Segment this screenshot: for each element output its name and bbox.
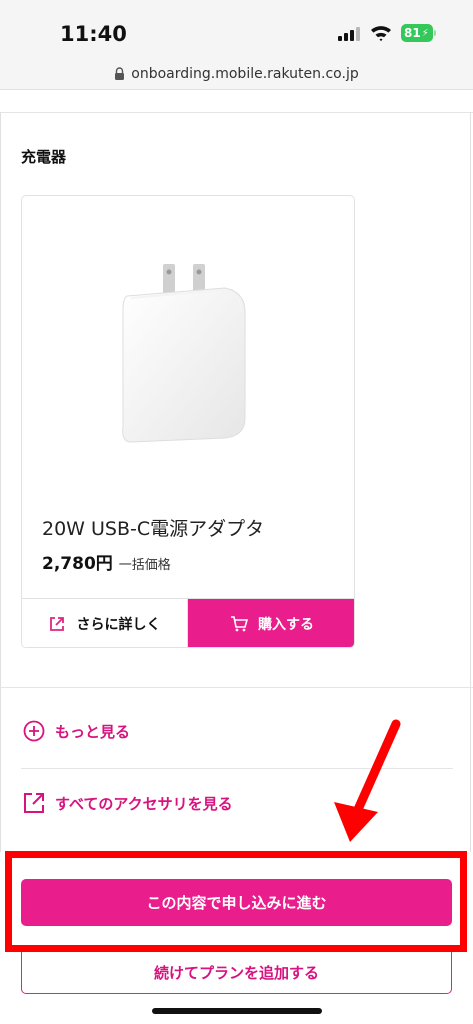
external-link-icon — [49, 617, 64, 631]
battery-cap — [434, 30, 436, 36]
cellular-signal-icon — [338, 26, 360, 41]
divider — [0, 687, 473, 688]
battery-level: 81 — [404, 26, 421, 40]
show-more-link[interactable]: もっと見る — [23, 720, 130, 742]
card-buttons: さらに詳しく 購入する — [22, 598, 354, 647]
power-adapter-image — [122, 264, 246, 443]
section-title: 充電器 — [21, 148, 67, 166]
plus-circle-icon — [23, 720, 45, 742]
buy-button[interactable]: 購入する — [188, 599, 354, 647]
price-note: 一括価格 — [118, 558, 171, 573]
show-more-label: もっと見る — [55, 722, 131, 741]
buy-label: 購入する — [258, 617, 314, 633]
wifi-icon — [371, 26, 391, 42]
product-details-label: さらに詳しく — [76, 617, 161, 633]
product-card: 20W USB-C電源アダプタ 2,780円 一括価格 さらに詳しく 購入する — [21, 195, 355, 648]
frame-line-left — [0, 112, 1, 852]
battery-indicator: 81 ⚡ — [401, 24, 433, 42]
status-time: 11:40 — [60, 22, 127, 46]
proceed-label: この内容で申し込みに進む — [146, 894, 327, 912]
all-accessories-link[interactable]: すべてのアクセサリを見る — [23, 792, 233, 814]
home-indicator[interactable] — [152, 1008, 322, 1014]
frame-line-right — [470, 112, 471, 852]
product-price: 2,780円 — [42, 554, 113, 574]
lock-icon — [115, 67, 125, 80]
cart-icon — [231, 616, 248, 632]
add-plan-button[interactable]: 続けてプランを追加する — [21, 952, 452, 994]
product-name: 20W USB-C電源アダプタ — [42, 518, 265, 540]
all-accessories-label: すべてのアクセサリを見る — [55, 794, 233, 813]
product-details-button[interactable]: さらに詳しく — [22, 599, 188, 647]
add-plan-label: 続けてプランを追加する — [153, 964, 319, 982]
url-text: onboarding.mobile.rakuten.co.jp — [131, 65, 359, 82]
external-link-icon — [24, 793, 44, 813]
charging-icon: ⚡ — [421, 27, 429, 39]
divider — [0, 112, 473, 113]
price-row: 2,780円 一括価格 — [42, 549, 171, 574]
address-bar[interactable]: onboarding.mobile.rakuten.co.jp — [0, 58, 473, 90]
status-bar: 11:40 81 ⚡ — [0, 0, 473, 58]
annotation-arrow — [334, 719, 401, 842]
proceed-to-apply-button[interactable]: この内容で申し込みに進む — [21, 879, 452, 926]
